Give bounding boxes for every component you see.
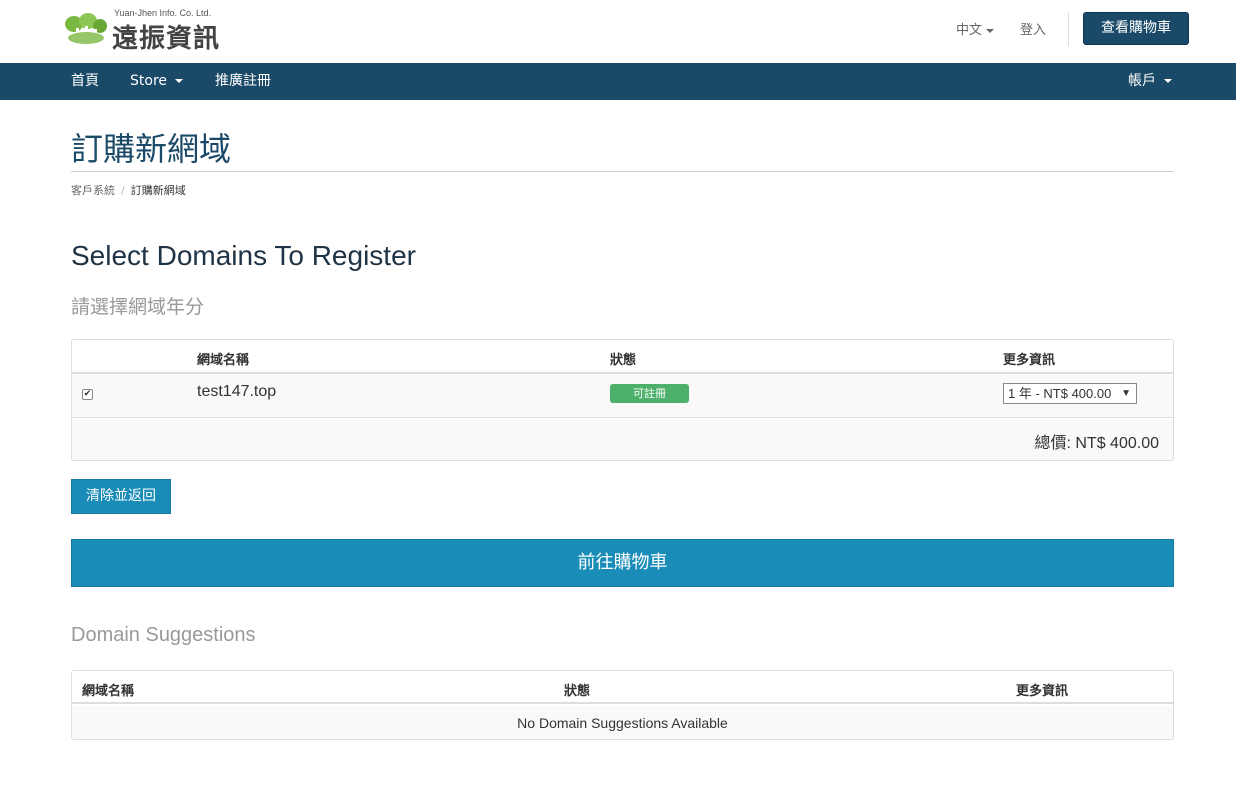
domain-name: test147.top xyxy=(197,383,277,400)
period-select[interactable]: 1 年 - NT$ 400.00 ▼ xyxy=(1003,383,1137,404)
nav-affiliate[interactable]: 推廣註冊 xyxy=(215,63,271,100)
nav-account-label: 帳戶 xyxy=(1128,73,1156,89)
title-divider xyxy=(71,171,1174,172)
column-status: 狀態 xyxy=(564,684,591,699)
checkout-button[interactable]: 前往購物車 xyxy=(71,539,1174,587)
header-divider xyxy=(1068,12,1069,46)
column-domain: 網域名稱 xyxy=(82,684,135,699)
suggestions-heading: Domain Suggestions xyxy=(71,624,256,646)
breadcrumb: 客戶系統 / 訂購新網域 xyxy=(71,182,186,198)
period-select-value: 1 年 - NT$ 400.00 xyxy=(1008,386,1112,401)
chevron-down-icon xyxy=(175,79,184,83)
language-dropdown[interactable]: 中文 xyxy=(956,19,995,38)
nav-account[interactable]: 帳戶 xyxy=(1128,63,1172,100)
table-row: No Domain Suggestions Available xyxy=(72,706,1173,739)
table-footer: 總價: NT$ 400.00 xyxy=(72,419,1173,460)
page-title: 訂購新網域 xyxy=(71,130,232,168)
register-subheading: 請選擇網域年分 xyxy=(71,296,205,318)
total-price: 總價: NT$ 400.00 xyxy=(1034,435,1159,452)
table-header: 網域名稱 狀態 更多資訊 xyxy=(72,340,1173,374)
breadcrumb-separator: / xyxy=(121,184,125,197)
logo-subtitle: Yuan-Jhen Info. Co. Ltd. xyxy=(114,8,212,18)
company-logo[interactable]: Yuan-Jhen Info. Co. Ltd. 遠振資訊 xyxy=(64,8,234,54)
logo-leaf-icon xyxy=(65,13,107,44)
nav-store[interactable]: Store xyxy=(130,63,184,100)
domains-table: 網域名稱 狀態 更多資訊 ✔ test147.top 可註冊 1 年 - NT$… xyxy=(71,339,1174,461)
clear-and-return-button[interactable]: 清除並返回 xyxy=(71,479,171,514)
login-link[interactable]: 登入 xyxy=(1020,19,1046,38)
language-label: 中文 xyxy=(956,23,983,38)
column-status: 狀態 xyxy=(610,353,637,368)
table-row: ✔ test147.top 可註冊 1 年 - NT$ 400.00 ▼ xyxy=(72,375,1173,418)
register-heading: Select Domains To Register xyxy=(71,240,416,271)
breadcrumb-current: 訂購新網域 xyxy=(130,184,186,197)
table-header: 網域名稱 狀態 更多資訊 xyxy=(72,671,1173,704)
view-cart-button[interactable]: 查看購物車 xyxy=(1083,12,1189,45)
main-navbar: 首頁 Store 推廣註冊 帳戶 xyxy=(0,63,1236,100)
suggestions-table: 網域名稱 狀態 更多資訊 No Domain Suggestions Avail… xyxy=(71,670,1174,740)
column-more-info: 更多資訊 xyxy=(1003,353,1056,368)
column-domain: 網域名稱 xyxy=(197,353,250,368)
nav-store-label: Store xyxy=(130,73,168,89)
chevron-down-icon xyxy=(1164,79,1172,83)
dropdown-arrow-icon: ▼ xyxy=(1121,388,1131,399)
breadcrumb-home[interactable]: 客戶系統 xyxy=(71,184,115,197)
logo-title: 遠振資訊 xyxy=(112,24,221,54)
column-more-info: 更多資訊 xyxy=(1016,684,1069,699)
status-badge: 可註冊 xyxy=(610,384,689,403)
top-header: Yuan-Jhen Info. Co. Ltd. 遠振資訊 中文 登入 查看購物… xyxy=(0,0,1236,63)
nav-home[interactable]: 首頁 xyxy=(71,63,99,100)
chevron-down-icon xyxy=(986,28,995,33)
empty-message: No Domain Suggestions Available xyxy=(517,715,728,731)
domain-checkbox[interactable]: ✔ xyxy=(82,389,93,400)
